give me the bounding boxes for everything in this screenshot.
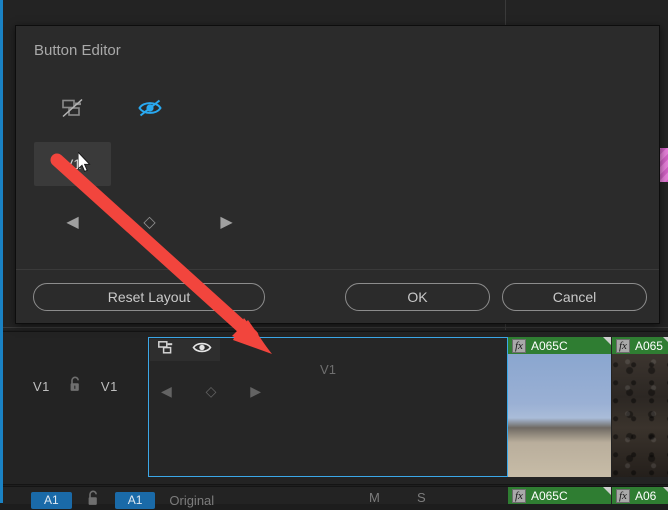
panel-horizontal-divider bbox=[3, 327, 668, 328]
selected-track-label: V1 bbox=[320, 362, 336, 377]
audio-track-row: A1 A1 Original M S fx A065C fx A06 bbox=[3, 486, 668, 509]
fx-badge-icon: fx bbox=[616, 488, 630, 503]
video-track-index-left: V1 bbox=[33, 378, 50, 394]
reset-layout-button[interactable]: Reset Layout bbox=[33, 283, 265, 311]
audio-track-index-right[interactable]: A1 bbox=[114, 491, 156, 509]
clip-thumbnail bbox=[508, 354, 611, 477]
previous-keyframe-icon[interactable]: ◀ bbox=[34, 200, 111, 244]
eye-hidden-glyph bbox=[137, 99, 162, 117]
previous-keyframe-icon[interactable]: ◀ bbox=[161, 383, 172, 400]
next-keyframe-icon[interactable]: ▶ bbox=[188, 200, 265, 244]
fx-badge-icon: fx bbox=[512, 338, 526, 353]
next-keyframe-glyph: ▶ bbox=[220, 214, 233, 231]
previous-keyframe-glyph: ◀ bbox=[66, 214, 79, 231]
ok-button[interactable]: OK bbox=[345, 283, 490, 311]
track-controls-toolbar bbox=[150, 339, 220, 361]
track-name-button-label: V1 bbox=[63, 156, 82, 172]
clip-header: fx A065C bbox=[508, 487, 611, 504]
clip-header: fx A065C bbox=[508, 337, 611, 354]
sync-lock-disabled-glyph bbox=[61, 98, 83, 118]
video-track-row: V1 V1 V1 ◀ ◇ ▶ fx A065C fx A065 bbox=[3, 331, 668, 485]
video-track-header: V1 V1 bbox=[33, 376, 118, 396]
palette-row-buttons: V1 bbox=[34, 142, 634, 186]
sync-lock-icon[interactable] bbox=[158, 340, 174, 360]
clip-name-label: A06 bbox=[634, 488, 657, 503]
button-palette-grid: V1 ◀ ◇ ▶ bbox=[34, 86, 634, 244]
eye-hidden-icon[interactable] bbox=[111, 86, 188, 130]
sync-lock-disabled-icon[interactable] bbox=[34, 86, 111, 130]
button-editor-dialog[interactable]: Button Editor V1 ◀ ◇ ▶ Reset Layout OK C… bbox=[15, 25, 660, 324]
keyframe-nav-group: ◀ ◇ ▶ bbox=[161, 383, 261, 400]
audio-channel-label: Original bbox=[169, 492, 215, 508]
timeline-clip[interactable]: fx A06 bbox=[612, 487, 668, 504]
timeline-clip[interactable]: fx A065C bbox=[508, 337, 611, 477]
clip-name-label: A065C bbox=[530, 338, 568, 353]
timeline-clip[interactable]: fx A065 bbox=[612, 337, 668, 477]
audio-track-header: A1 A1 Original bbox=[31, 490, 214, 510]
add-keyframe-icon[interactable]: ◇ bbox=[206, 383, 217, 400]
unlocked-padlock-icon[interactable] bbox=[68, 376, 83, 396]
track-controls-selected-panel[interactable]: V1 ◀ ◇ ▶ bbox=[148, 337, 508, 477]
clip-thumbnail bbox=[612, 354, 668, 477]
clip-name-label: A065C bbox=[530, 488, 568, 503]
add-keyframe-icon[interactable]: ◇ bbox=[111, 200, 188, 244]
palette-row-keyframe-nav: ◀ ◇ ▶ bbox=[34, 200, 634, 244]
unlocked-padlock-icon[interactable] bbox=[86, 490, 101, 510]
timeline-clip[interactable]: fx A065C bbox=[508, 487, 611, 504]
fx-badge-icon: fx bbox=[512, 488, 526, 503]
clip-name-label: A065 bbox=[634, 338, 663, 353]
fx-badge-icon: fx bbox=[616, 338, 630, 353]
video-track-index-right: V1 bbox=[100, 378, 118, 394]
cancel-button[interactable]: Cancel bbox=[502, 283, 647, 311]
palette-row-icons bbox=[34, 86, 634, 130]
dialog-footer: Reset Layout OK Cancel bbox=[16, 270, 659, 324]
next-keyframe-icon[interactable]: ▶ bbox=[250, 383, 261, 400]
dialog-title: Button Editor bbox=[34, 42, 121, 59]
add-keyframe-glyph: ◇ bbox=[143, 214, 156, 231]
eye-visible-icon[interactable] bbox=[192, 341, 212, 359]
clip-header: fx A06 bbox=[612, 487, 668, 504]
audio-track-index-left[interactable]: A1 bbox=[31, 491, 72, 509]
track-name-button[interactable]: V1 bbox=[34, 142, 111, 186]
clip-header: fx A065 bbox=[612, 337, 668, 354]
